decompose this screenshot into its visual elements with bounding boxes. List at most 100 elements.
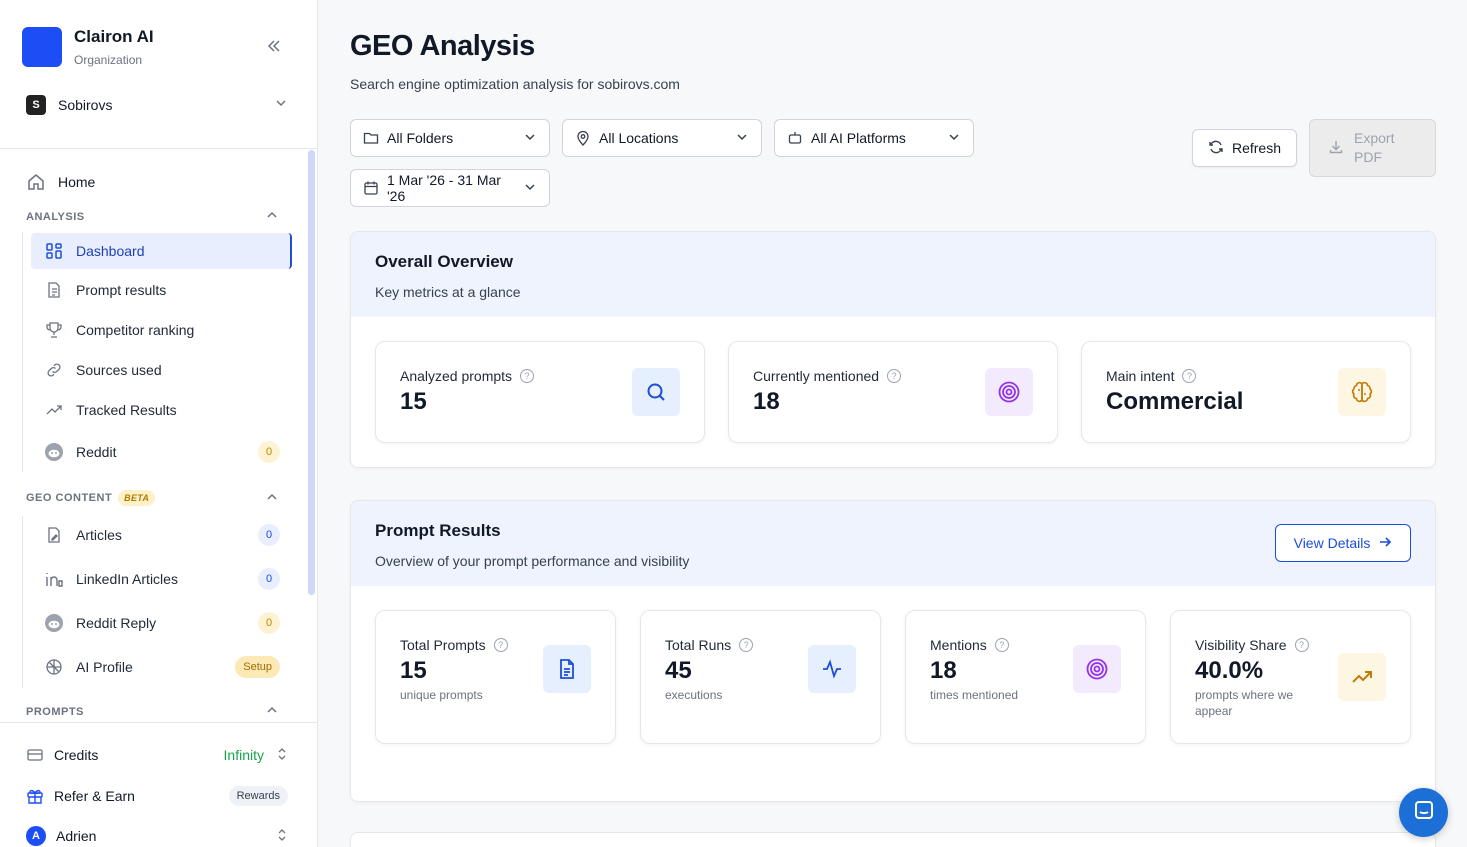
metric-main-intent: Main intent? Commercial <box>1081 341 1411 443</box>
download-icon <box>1328 139 1344 158</box>
article-icon <box>44 525 64 545</box>
sidebar-item-dashboard[interactable]: Dashboard <box>31 233 292 269</box>
credits-label: Credits <box>54 747 99 763</box>
sidebar-item-prompt-results[interactable]: Prompt results <box>31 272 292 308</box>
sidebar-scrollbar[interactable] <box>308 150 315 595</box>
sidebar-item-label: AI Profile <box>76 659 133 675</box>
help-icon[interactable]: ? <box>493 638 508 652</box>
chat-icon <box>1412 798 1436 827</box>
linkedin-icon <box>44 569 64 589</box>
brain-icon <box>44 657 64 677</box>
metric-label: Mentions? <box>930 637 1009 653</box>
grid-icon <box>44 241 64 261</box>
user-menu[interactable]: A Adrien <box>26 826 288 846</box>
sidebar-item-linkedin-articles[interactable]: LinkedIn Articles 0 <box>31 561 292 597</box>
credit-card-icon <box>26 746 44 764</box>
metric-note: times mentioned <box>930 688 1019 702</box>
chevron-down-icon <box>523 130 537 147</box>
metric-label: Visibility Share? <box>1195 637 1309 653</box>
chevron-down-icon <box>947 130 961 147</box>
next-card <box>350 832 1436 847</box>
section-header-prompts[interactable]: PROMPTS <box>26 704 278 719</box>
help-icon[interactable]: ? <box>739 638 754 652</box>
arrow-right-icon <box>1378 535 1392 552</box>
card-subtitle: Key metrics at a glance <box>375 284 521 300</box>
target-icon <box>985 368 1033 416</box>
sidebar-item-label: Sources used <box>76 362 162 378</box>
user-name: Adrien <box>56 828 97 844</box>
document-icon <box>44 280 64 300</box>
sidebar-item-articles[interactable]: Articles 0 <box>31 517 292 553</box>
help-icon[interactable]: ? <box>1182 369 1197 383</box>
sidebar-item-ai-profile[interactable]: AI Profile Setup <box>31 649 292 685</box>
divider <box>0 722 317 723</box>
sidebar-item-label: Reddit Reply <box>76 615 157 631</box>
metric-label: Currently mentioned? <box>753 368 902 384</box>
refer-earn-row[interactable]: Refer & Earn Rewards <box>26 786 288 806</box>
section-rail <box>22 232 23 472</box>
collapse-sidebar-icon[interactable] <box>266 38 282 59</box>
chevron-updown-icon <box>276 828 288 845</box>
help-icon[interactable]: ? <box>887 369 902 383</box>
brain-icon <box>1338 368 1386 416</box>
refresh-button[interactable]: Refresh <box>1192 129 1297 167</box>
section-header-analysis[interactable]: ANALYSIS <box>26 209 278 224</box>
sidebar-item-competitor-ranking[interactable]: Competitor ranking <box>31 312 292 348</box>
metric-label: Total Prompts? <box>400 637 508 653</box>
count-badge: 0 <box>258 441 280 463</box>
chevron-up-icon <box>266 491 278 506</box>
document-icon <box>543 645 591 693</box>
section-header-geo-content[interactable]: GEO CONTENT BETA <box>26 490 278 506</box>
help-icon[interactable]: ? <box>1294 638 1309 652</box>
sidebar-item-label: Tracked Results <box>76 402 177 418</box>
workspace-icon: S <box>26 95 46 115</box>
chevron-up-icon <box>266 704 278 719</box>
refresh-label: Refresh <box>1231 140 1282 156</box>
credits-row[interactable]: Credits Infinity <box>26 746 288 764</box>
chat-support-button[interactable] <box>1399 788 1448 837</box>
gift-icon <box>26 787 44 805</box>
export-pdf-button[interactable]: Export PDF <box>1309 119 1436 177</box>
select-value: 1 Mar '26 - 31 Mar '26 <box>387 172 501 204</box>
org-name: Clairon AI <box>74 27 154 46</box>
section-rail <box>22 516 23 688</box>
sidebar-item-label: Reddit <box>76 444 117 460</box>
target-icon <box>1073 645 1121 693</box>
reddit-icon <box>44 442 64 462</box>
section-label: GEO CONTENT <box>26 492 113 504</box>
sidebar-item-reddit[interactable]: Reddit 0 <box>31 434 292 470</box>
sidebar-item-sources-used[interactable]: Sources used <box>31 352 292 388</box>
chevron-down-icon <box>274 96 288 115</box>
page-subtitle: Search engine optimization analysis for … <box>350 76 680 92</box>
platforms-select[interactable]: All AI Platforms <box>774 119 974 157</box>
reddit-icon <box>44 613 64 633</box>
page-title: GEO Analysis <box>350 30 535 62</box>
robot-icon <box>787 130 803 146</box>
sidebar-item-reddit-reply[interactable]: Reddit Reply 0 <box>31 605 292 641</box>
help-icon[interactable]: ? <box>994 638 1009 652</box>
workspace-selector[interactable]: S Sobirovs <box>26 95 288 115</box>
metric-label: Analyzed prompts? <box>400 368 535 384</box>
chevron-down-icon <box>735 130 749 147</box>
sidebar-item-label: Competitor ranking <box>76 322 195 338</box>
card-subtitle: Overview of your prompt performance and … <box>375 553 690 569</box>
sidebar-item-label: Articles <box>76 527 122 543</box>
sidebar-item-tracked-results[interactable]: Tracked Results <box>31 392 292 428</box>
count-badge: 0 <box>258 524 280 546</box>
view-details-button[interactable]: View Details <box>1275 524 1411 562</box>
calendar-icon <box>363 180 379 196</box>
sidebar-item-label: Prompt results <box>76 282 167 298</box>
chevron-up-icon <box>266 209 278 224</box>
locations-select[interactable]: All Locations <box>562 119 762 157</box>
folders-select[interactable]: All Folders <box>350 119 550 157</box>
date-range-select[interactable]: 1 Mar '26 - 31 Mar '26 <box>350 169 550 207</box>
count-badge: 0 <box>258 612 280 634</box>
refresh-icon <box>1208 139 1224 158</box>
workspace-name: Sobirovs <box>58 97 113 113</box>
sidebar-item-home[interactable]: Home <box>26 172 95 192</box>
select-value: All Folders <box>387 130 454 146</box>
help-icon[interactable]: ? <box>520 369 535 383</box>
metric-analyzed-prompts: Analyzed prompts? 15 <box>375 341 705 443</box>
sidebar: Clairon AI Organization S Sobirovs Home … <box>0 0 318 847</box>
org-switcher[interactable]: Clairon AI Organization <box>22 27 154 67</box>
